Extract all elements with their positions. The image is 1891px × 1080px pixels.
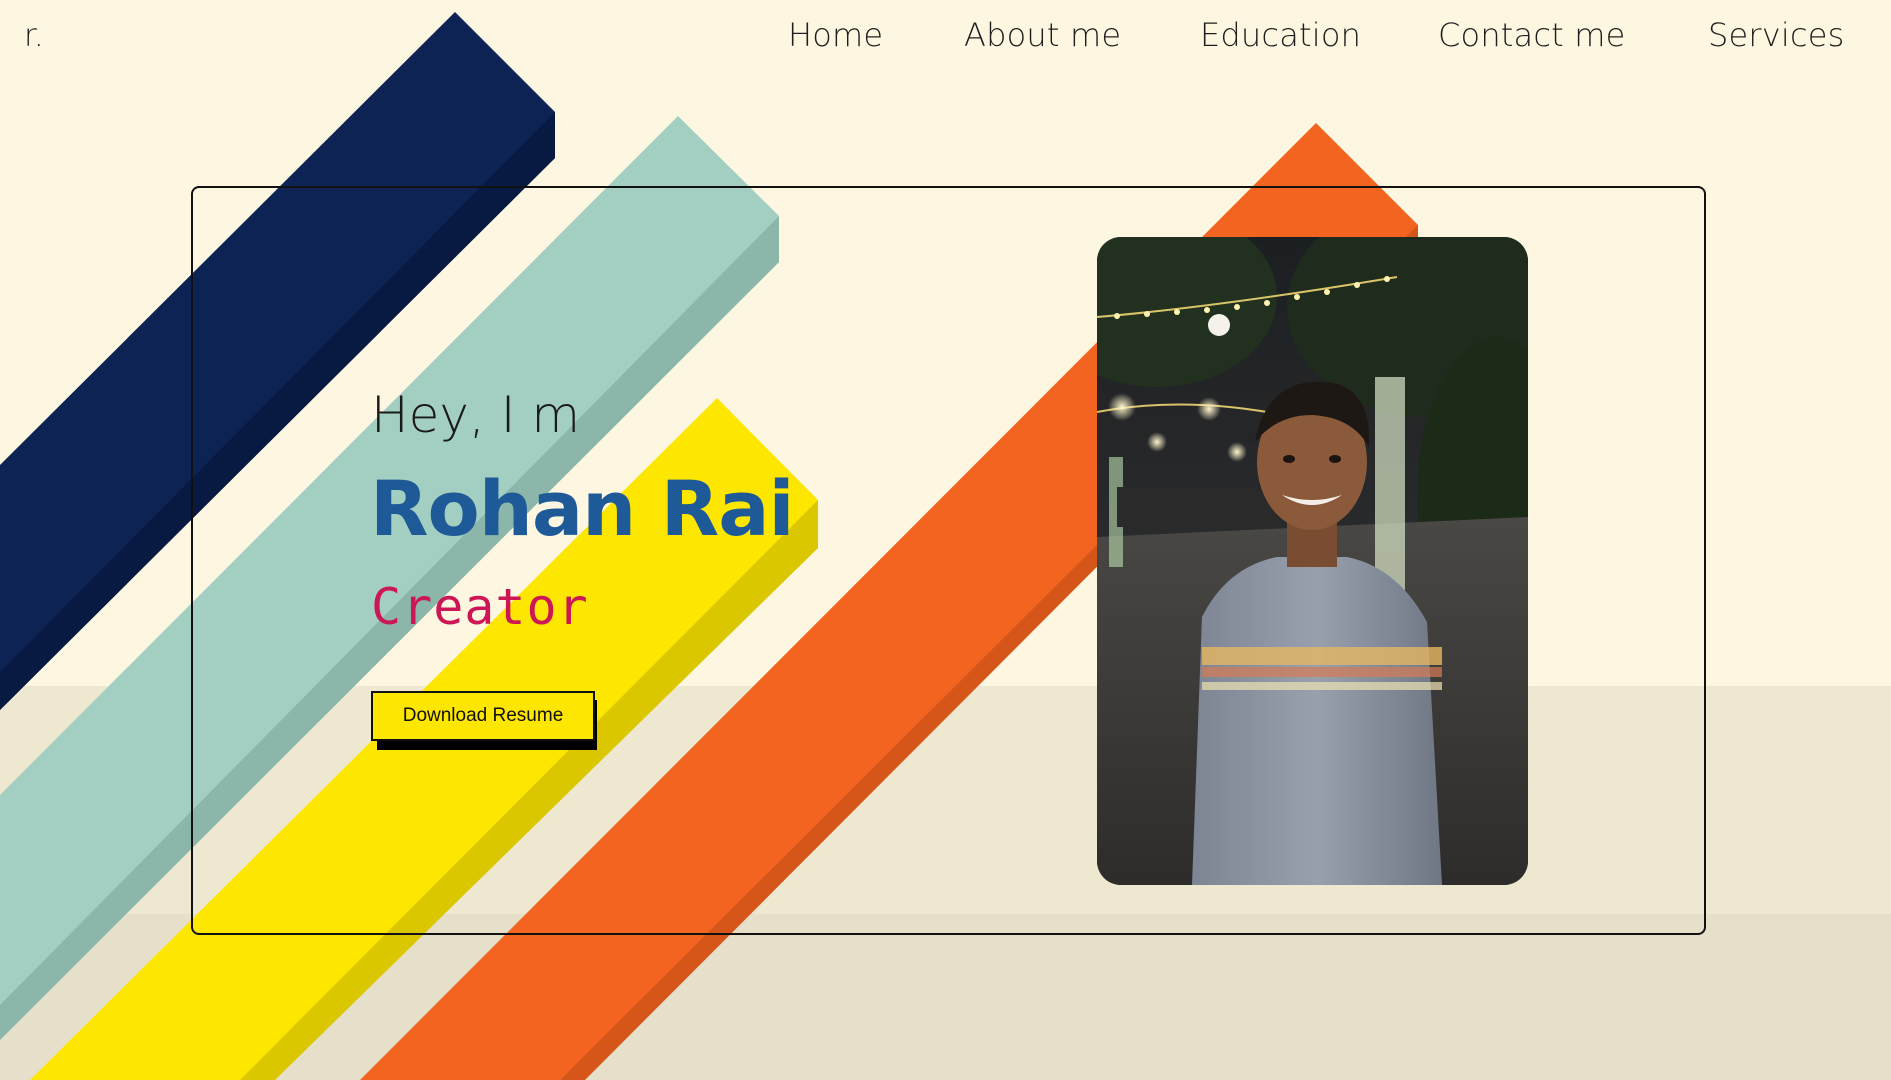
page: r. Home About me Education Contact me Se… bbox=[0, 0, 1891, 1080]
profile-photo bbox=[1097, 237, 1528, 885]
hero-role: Creator bbox=[371, 578, 589, 636]
nav-about-me[interactable]: About me bbox=[964, 16, 1121, 54]
nav-contact-me[interactable]: Contact me bbox=[1438, 16, 1626, 54]
download-resume-button[interactable]: Download Resume bbox=[371, 691, 595, 741]
hero-greeting: Hey, I m bbox=[371, 386, 581, 444]
profile-photo-illustration bbox=[1097, 237, 1528, 885]
hero-name: Rohan Rai bbox=[370, 464, 795, 553]
nav-education[interactable]: Education bbox=[1200, 16, 1361, 54]
site-logo[interactable]: r. bbox=[24, 18, 44, 54]
nav-home[interactable]: Home bbox=[788, 16, 883, 54]
nav-services[interactable]: Services bbox=[1708, 16, 1845, 54]
